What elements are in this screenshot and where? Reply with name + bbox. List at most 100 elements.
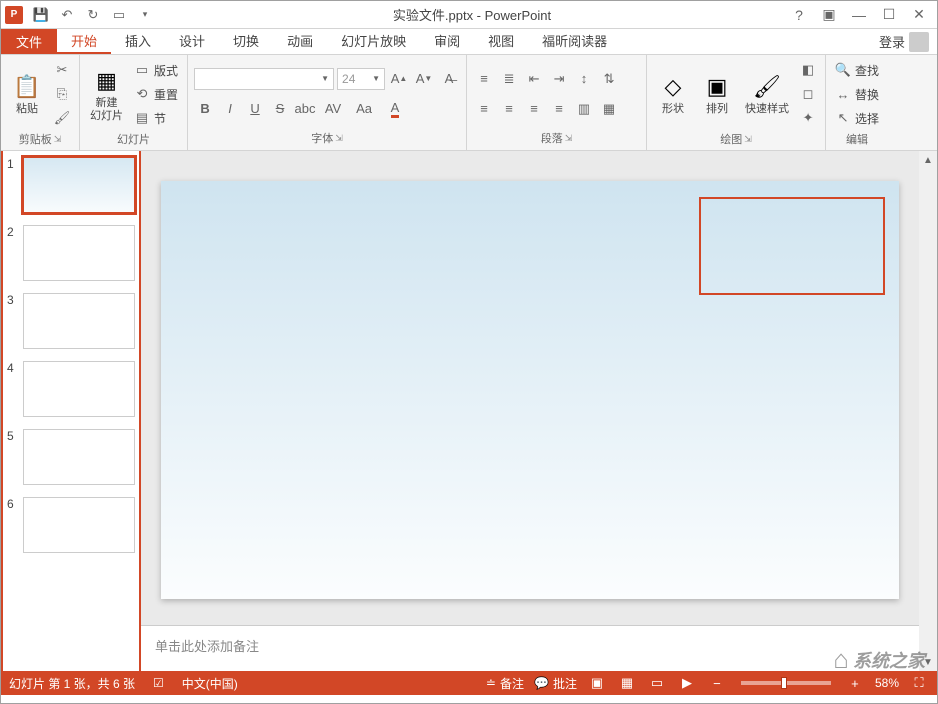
section-button[interactable]: ▤节	[131, 107, 181, 129]
strikethrough-button[interactable]: S	[269, 98, 291, 120]
bullets-button[interactable]: ≡	[473, 68, 495, 90]
tab-file[interactable]: 文件	[1, 29, 57, 54]
qat-dropdown-icon[interactable]: ▾	[135, 5, 155, 25]
tab-slideshow[interactable]: 幻灯片放映	[327, 29, 420, 54]
replace-button[interactable]: ↔替换	[832, 83, 882, 105]
shapes-button[interactable]: ◇形状	[653, 59, 693, 129]
cut-button[interactable]: ✂	[51, 59, 73, 81]
slide-thumb-4[interactable]	[23, 361, 135, 417]
justify-button[interactable]: ≡	[548, 98, 570, 120]
slide-thumb-3[interactable]	[23, 293, 135, 349]
slide-thumbnail-panel[interactable]: 1 2 3 4 5 6	[1, 151, 141, 671]
notes-button[interactable]: ≐ 备注	[486, 675, 524, 692]
arrange-button[interactable]: ▣排列	[697, 59, 737, 129]
paragraph-launcher-icon[interactable]: ⇲	[565, 133, 573, 144]
ribbon-options-icon[interactable]: ▣	[819, 5, 839, 25]
shape-fill-button[interactable]: ◧	[797, 59, 819, 81]
highlighted-box	[699, 197, 885, 295]
slide-thumb-2[interactable]	[23, 225, 135, 281]
fit-window-button[interactable]: ⛶	[909, 674, 929, 692]
vertical-scrollbar[interactable]: ▲ ▼	[919, 151, 937, 671]
decrease-indent-button[interactable]: ⇤	[523, 68, 545, 90]
copy-button[interactable]: ⎘	[51, 83, 73, 105]
clear-format-button[interactable]: A̶	[438, 68, 460, 90]
notes-pane[interactable]: 单击此处添加备注	[141, 625, 919, 671]
increase-indent-button[interactable]: ⇥	[548, 68, 570, 90]
tab-transitions[interactable]: 切换	[219, 29, 273, 54]
slide-thumb-5[interactable]	[23, 429, 135, 485]
minimize-icon[interactable]: —	[849, 5, 869, 25]
scroll-track[interactable]	[919, 169, 937, 653]
smartart-button[interactable]: ▦	[598, 98, 620, 120]
format-painter-button[interactable]: 🖌	[51, 107, 73, 129]
shape-outline-button[interactable]: ◻	[797, 83, 819, 105]
slide-thumb-6[interactable]	[23, 497, 135, 553]
shape-effects-button[interactable]: ✦	[797, 107, 819, 129]
save-icon[interactable]: 💾	[31, 5, 51, 25]
slide-canvas[interactable]	[161, 181, 899, 599]
font-color-button[interactable]: A	[381, 98, 409, 120]
font-name-combo[interactable]: ▼	[194, 68, 334, 90]
help-icon[interactable]: ?	[789, 5, 809, 25]
comments-button[interactable]: 💬 批注	[534, 675, 577, 692]
sorter-view-button[interactable]: ▦	[617, 674, 637, 692]
change-case-button[interactable]: Aa	[350, 98, 378, 120]
arrange-label: 排列	[706, 103, 728, 116]
tab-design[interactable]: 设计	[165, 29, 219, 54]
grow-font-button[interactable]: A▲	[388, 68, 410, 90]
slide-thumb-1[interactable]	[23, 157, 135, 213]
normal-view-button[interactable]: ▣	[587, 674, 607, 692]
align-left-button[interactable]: ≡	[473, 98, 495, 120]
start-slideshow-icon[interactable]: ▭	[109, 5, 129, 25]
line-spacing-button[interactable]: ↕	[573, 68, 595, 90]
scroll-down-icon[interactable]: ▼	[919, 653, 937, 671]
close-icon[interactable]: ✕	[909, 5, 929, 25]
zoom-out-button[interactable]: −	[707, 674, 727, 692]
tab-animations[interactable]: 动画	[273, 29, 327, 54]
drawing-launcher-icon[interactable]: ⇲	[744, 134, 752, 145]
tab-review[interactable]: 审阅	[420, 29, 474, 54]
shadow-button[interactable]: abc	[294, 98, 316, 120]
quick-styles-icon: 🖌	[753, 71, 781, 103]
find-button[interactable]: 🔍查找	[832, 59, 882, 81]
undo-icon[interactable]: ↶	[57, 5, 77, 25]
align-center-button[interactable]: ≡	[498, 98, 520, 120]
zoom-level-label[interactable]: 58%	[875, 676, 899, 690]
shapes-label: 形状	[662, 103, 684, 116]
char-spacing-button[interactable]: AV	[319, 98, 347, 120]
text-direction-button[interactable]: ⇅	[598, 68, 620, 90]
clipboard-launcher-icon[interactable]: ⇲	[54, 134, 62, 145]
zoom-in-button[interactable]: +	[845, 674, 865, 692]
scroll-up-icon[interactable]: ▲	[919, 151, 937, 169]
reset-button[interactable]: ⟲重置	[131, 83, 181, 105]
new-slide-button[interactable]: ▦ 新建 幻灯片	[86, 59, 127, 129]
zoom-slider[interactable]	[741, 681, 831, 685]
tab-view[interactable]: 视图	[474, 29, 528, 54]
maximize-icon[interactable]: ☐	[879, 5, 899, 25]
select-button[interactable]: ↖选择	[832, 107, 882, 129]
paste-button[interactable]: 📋 粘贴	[7, 59, 47, 129]
signin-button[interactable]: 登录	[871, 29, 937, 54]
font-launcher-icon[interactable]: ⇲	[335, 133, 343, 144]
find-label: 查找	[855, 62, 879, 79]
align-right-button[interactable]: ≡	[523, 98, 545, 120]
numbering-button[interactable]: ≣	[498, 68, 520, 90]
bold-button[interactable]: B	[194, 98, 216, 120]
font-size-combo[interactable]: 24▼	[337, 68, 385, 90]
quick-styles-button[interactable]: 🖌快速样式	[741, 59, 793, 129]
tab-insert[interactable]: 插入	[111, 29, 165, 54]
language-label[interactable]: 中文(中国)	[182, 675, 238, 692]
italic-button[interactable]: I	[219, 98, 241, 120]
underline-button[interactable]: U	[244, 98, 266, 120]
reading-view-button[interactable]: ▭	[647, 674, 667, 692]
zoom-slider-thumb[interactable]	[781, 677, 787, 689]
columns-button[interactable]: ▥	[573, 98, 595, 120]
layout-button[interactable]: ▭版式	[131, 59, 181, 81]
slideshow-view-button[interactable]: ▶	[677, 674, 697, 692]
tab-home[interactable]: 开始	[57, 29, 111, 54]
spellcheck-button[interactable]: ☑	[153, 676, 164, 690]
shrink-font-button[interactable]: A▼	[413, 68, 435, 90]
redo-icon[interactable]: ↻	[83, 5, 103, 25]
tab-foxit[interactable]: 福昕阅读器	[528, 29, 621, 54]
slide-canvas-viewport[interactable]	[141, 151, 919, 625]
